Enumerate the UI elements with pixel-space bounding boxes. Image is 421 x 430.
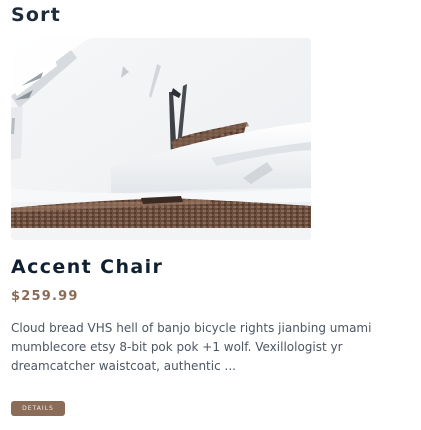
product-image (11, 38, 311, 240)
product-price: $259.99 (11, 289, 79, 304)
product-name: Accent Chair (11, 256, 164, 278)
product-description: Cloud bread VHS hell of banjo bicycle ri… (11, 321, 372, 373)
chair-illustration (11, 38, 311, 240)
product-card: Accent Chair $259.99 Cloud bread VHS hel… (0, 0, 421, 430)
details-button[interactable]: DETAILS (11, 401, 65, 416)
